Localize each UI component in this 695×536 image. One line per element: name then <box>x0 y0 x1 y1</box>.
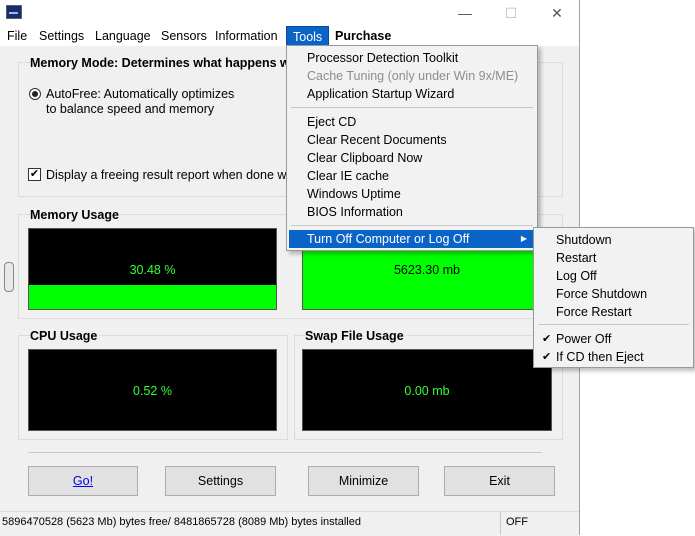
exit-button[interactable]: Exit <box>444 466 555 496</box>
status-mode-text: OFF <box>506 516 528 528</box>
turn-off-submenu: Shutdown Restart Log Off Force Shutdown … <box>533 227 694 368</box>
title-bar[interactable]: — ☐ ✕ <box>0 0 579 26</box>
minimize-button[interactable]: Minimize <box>308 466 419 496</box>
swap-usage-meter: 0.00 mb <box>302 349 552 431</box>
memory-free-value: 5623.30 mb <box>393 263 461 277</box>
cpu-usage-value: 0.52 % <box>133 384 172 398</box>
autofree-radio[interactable] <box>29 88 41 100</box>
submenu-cd-eject-label: If CD then Eject <box>556 350 644 364</box>
close-window-button[interactable]: ✕ <box>534 0 580 26</box>
menu-item-clear-clipboard[interactable]: Clear Clipboard Now <box>289 149 535 167</box>
memory-mode-title: Memory Mode: Determines what happens whe <box>30 56 307 70</box>
check-icon: ✔ <box>542 333 552 345</box>
minimize-window-button[interactable]: — <box>442 0 488 26</box>
menu-item-turn-off[interactable]: Turn Off Computer or Log Off ▶ <box>289 230 535 248</box>
menu-item-bios-info[interactable]: BIOS Information <box>289 203 535 221</box>
menu-separator <box>538 324 689 325</box>
autofree-label-line2: to balance speed and memory <box>46 102 215 116</box>
submenu-arrow-icon: ▶ <box>520 234 527 243</box>
menu-item-clear-ie-cache[interactable]: Clear IE cache <box>289 167 535 185</box>
menu-purchase[interactable]: Purchase <box>329 26 397 46</box>
status-bar: 5896470528 (5623 Mb) bytes free/ 8481865… <box>0 511 579 536</box>
menu-item-turn-off-label: Turn Off Computer or Log Off <box>307 232 470 246</box>
tools-dropdown: Processor Detection Toolkit Cache Tuning… <box>286 45 538 251</box>
menu-item-processor-toolkit[interactable]: Processor Detection Toolkit <box>289 49 535 67</box>
menu-sensors[interactable]: Sensors <box>155 26 213 46</box>
status-memory-text: 5896470528 (5623 Mb) bytes free/ 8481865… <box>2 516 361 528</box>
memory-usage-fill <box>29 284 276 309</box>
divider <box>28 452 542 453</box>
autofree-label: AutoFree: Automatically optimizes <box>46 87 235 101</box>
submenu-log-off[interactable]: Log Off <box>536 267 691 285</box>
menu-item-startup-wizard[interactable]: Application Startup Wizard <box>289 85 535 103</box>
go-button[interactable]: Go! <box>28 466 138 496</box>
swap-usage-title: Swap File Usage <box>305 329 406 343</box>
status-divider <box>500 512 501 535</box>
cpu-usage-title: CPU Usage <box>30 329 100 343</box>
submenu-power-off-label: Power Off <box>556 332 612 346</box>
menu-language[interactable]: Language <box>89 26 157 46</box>
settings-button[interactable]: Settings <box>165 466 276 496</box>
menu-file[interactable]: File <box>1 26 33 46</box>
menu-separator <box>291 225 533 226</box>
submenu-restart[interactable]: Restart <box>536 249 691 267</box>
menu-item-windows-uptime[interactable]: Windows Uptime <box>289 185 535 203</box>
check-icon: ✔ <box>542 351 552 363</box>
report-checkbox[interactable]: ✔ <box>28 168 41 181</box>
menu-settings[interactable]: Settings <box>33 26 90 46</box>
menu-bar: File Settings Language Sensors Informati… <box>0 26 579 46</box>
menu-separator <box>291 107 533 108</box>
submenu-force-restart[interactable]: Force Restart <box>536 303 691 321</box>
swap-usage-value: 0.00 mb <box>404 384 450 398</box>
cpu-usage-meter: 0.52 % <box>28 349 277 431</box>
memory-usage-meter: 30.48 % <box>28 228 277 310</box>
maximize-window-button[interactable]: ☐ <box>488 0 534 26</box>
menu-item-clear-recent-docs[interactable]: Clear Recent Documents <box>289 131 535 149</box>
submenu-power-off[interactable]: ✔ Power Off <box>536 330 691 348</box>
scroll-handle[interactable] <box>4 262 14 292</box>
app-icon <box>6 5 22 19</box>
submenu-shutdown[interactable]: Shutdown <box>536 231 691 249</box>
memory-usage-percent: 30.48 % <box>129 263 176 277</box>
submenu-force-shutdown[interactable]: Force Shutdown <box>536 285 691 303</box>
menu-item-eject-cd[interactable]: Eject CD <box>289 113 535 131</box>
menu-tools[interactable]: Tools <box>286 26 330 46</box>
report-checkbox-label: Display a freeing result report when don… <box>46 168 290 182</box>
submenu-cd-eject[interactable]: ✔ If CD then Eject <box>536 348 691 366</box>
memory-usage-title: Memory Usage <box>30 208 121 222</box>
menu-item-cache-tuning: Cache Tuning (only under Win 9x/ME) <box>307 69 519 83</box>
menu-information[interactable]: Information <box>209 26 284 46</box>
